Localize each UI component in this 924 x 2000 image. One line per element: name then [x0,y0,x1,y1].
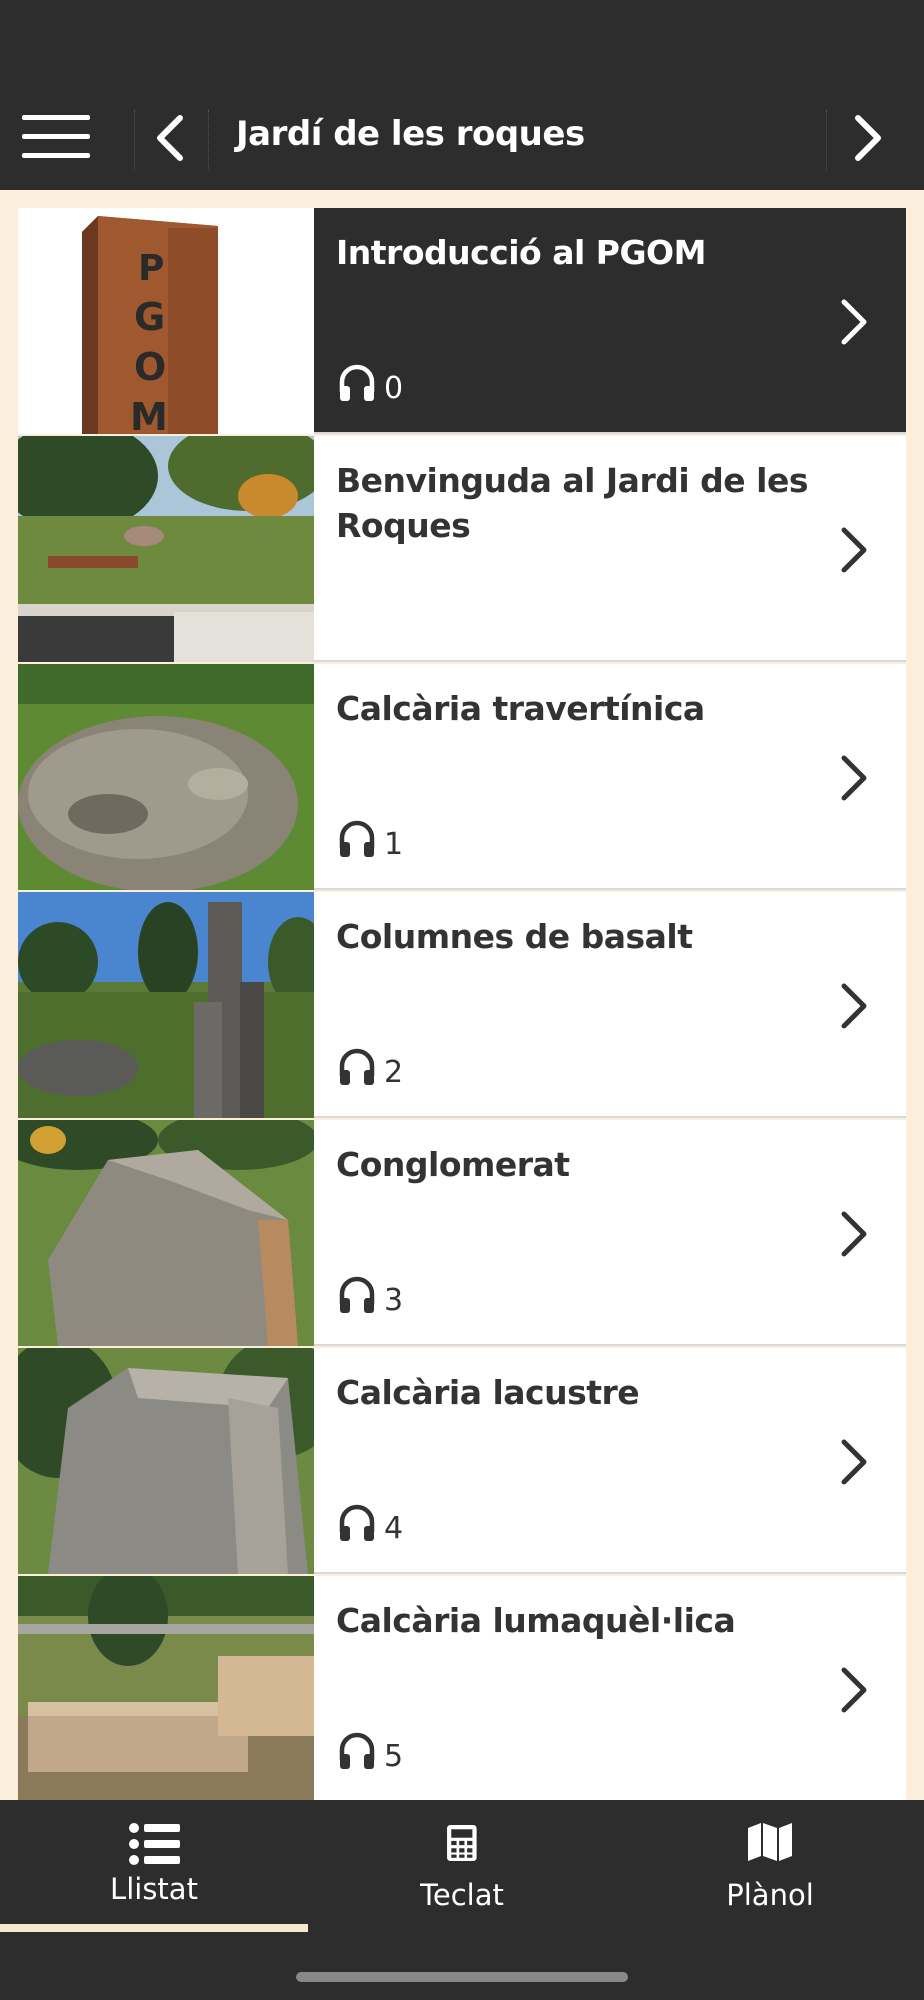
tab-label: Llistat [110,1872,198,1906]
thumbnail-conglomerate-rock [18,1120,314,1346]
page-title: Jardí de les roques [236,114,585,154]
chevron-right-icon [828,1664,878,1716]
headphones-icon [339,364,375,401]
chevron-right-icon [828,980,878,1032]
svg-text:P: P [138,248,164,289]
map-icon [616,1822,924,1872]
item-title: Calcària lacustre [336,1373,640,1412]
chevron-right-icon [828,296,878,348]
audio-number: 0 [384,370,404,406]
tab-label: Teclat [420,1878,504,1912]
thumbnail-lacustrine-limestone [18,1348,314,1574]
list-item-columnes-basalt[interactable]: Columnes de basalt 2 [18,892,906,1118]
chevron-right-icon [828,524,878,576]
header-divider [134,110,135,170]
chevron-right-icon [828,1436,878,1488]
audio-number: 1 [384,826,404,862]
item-title: Columnes de basalt [336,917,693,956]
list-item-conglomerat[interactable]: Conglomerat 3 [18,1120,906,1346]
tab-llistat[interactable]: Llistat [0,1800,308,1932]
list-item-intro-pgom[interactable]: P G O M Introducció al PGOM 0 [18,208,906,434]
headphones-icon [339,1732,375,1769]
list-item-calcaria-lacustre[interactable]: Calcària lacustre 4 [18,1348,906,1574]
tab-planol[interactable]: Plànol [616,1800,924,1932]
home-indicator[interactable] [296,1972,628,1982]
header-divider [826,110,827,170]
thumbnail-park-welcome [18,436,314,662]
audio-indicator: 2 [338,1044,404,1090]
headphones-icon [339,1504,375,1541]
item-title: Benvinguda al Jardi de les Roques [336,461,808,545]
item-title: Introducció al PGOM [336,233,706,272]
list-item-benvinguda[interactable]: Benvinguda al Jardi de les Roques [18,436,906,662]
tab-teclat[interactable]: Teclat [308,1800,616,1932]
thumbnail-pgom-sign: P G O M [18,208,314,434]
forward-button[interactable] [842,112,892,164]
audio-indicator: 4 [338,1500,404,1546]
headphones-icon [339,1048,375,1085]
svg-text:G: G [134,295,165,339]
audio-number: 2 [384,1054,404,1090]
chevron-right-icon [828,752,878,804]
app-header: Jardí de les roques [0,0,924,190]
hamburger-menu-icon[interactable] [22,112,90,162]
tab-label: Plànol [726,1878,814,1912]
stop-list: P G O M Introducció al PGOM 0 Benvinguda… [18,208,906,1800]
thumbnail-travertine-rock [18,664,314,890]
calculator-icon [308,1824,616,1874]
audio-number: 4 [384,1510,404,1546]
audio-indicator: 0 [338,360,404,406]
item-title: Calcària travertínica [336,689,705,728]
selected-tab-indicator [0,1924,308,1932]
svg-text:O: O [134,345,166,389]
list-item-calcaria-lumaquellica[interactable]: Calcària lumaquèl·lica 5 [18,1576,906,1800]
thumbnail-basalt-columns [18,892,314,1118]
audio-number: 5 [384,1738,404,1774]
svg-text:M: M [130,395,168,434]
list-item-calcaria-travertinica[interactable]: Calcària travertínica 1 [18,664,906,890]
chevron-right-icon [855,115,881,161]
bottom-tab-bar: Llistat Teclat Plànol [0,1800,924,2000]
item-title: Calcària lumaquèl·lica [336,1601,736,1640]
chevron-right-icon [828,1208,878,1260]
audio-indicator: 3 [338,1272,404,1318]
header-divider [208,110,209,170]
headphones-icon [339,1276,375,1313]
list-icon [0,1820,308,1870]
headphones-icon [339,820,375,857]
item-title: Conglomerat [336,1145,570,1184]
audio-indicator: 5 [338,1728,404,1774]
chevron-left-icon [157,115,183,161]
audio-number: 3 [384,1282,404,1318]
audio-indicator: 1 [338,816,404,862]
back-button[interactable] [146,112,196,164]
thumbnail-lumachelle-limestone [18,1576,314,1800]
